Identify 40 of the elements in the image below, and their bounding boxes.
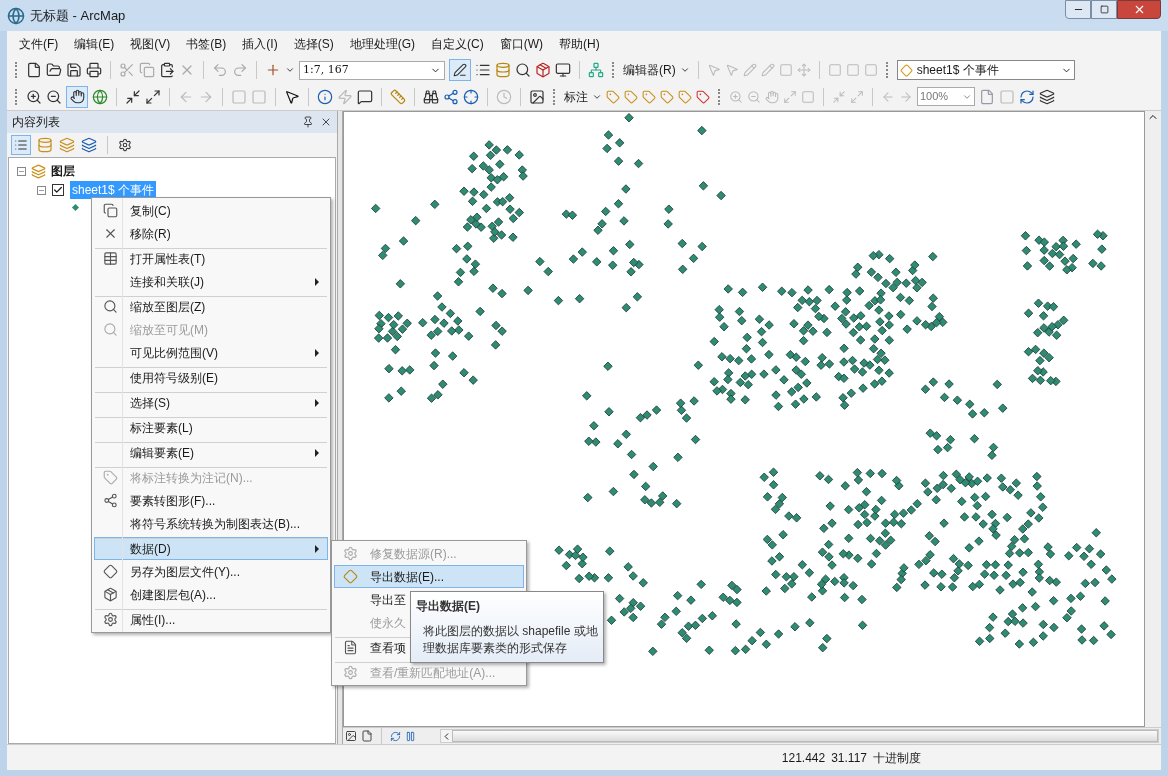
menu-item[interactable]: 可见比例范围(V) <box>94 341 328 364</box>
layout-zoom-dropdown[interactable]: 100% <box>917 87 975 106</box>
tooltip-text: 将此图层的数据以 shapefile 或地理数据库要素类的形式保存 <box>422 623 598 657</box>
menu-item[interactable]: 连接和关联(J) <box>94 270 328 293</box>
tree-group-label[interactable]: 图层 <box>51 162 75 180</box>
editor-menu-button[interactable]: 编辑器(R) <box>623 61 676 79</box>
menu-item[interactable]: 另存为图层文件(Y)... <box>94 560 328 583</box>
menu-item[interactable]: 缩放至图层(Z) <box>94 295 328 318</box>
coordinate-units: 十进制度 <box>873 749 921 767</box>
window-title: 无标题 - ArcMap <box>30 6 126 25</box>
menu-bar-item[interactable]: 编辑(E) <box>74 35 115 53</box>
menu-bar-item[interactable]: 文件(F) <box>19 35 59 53</box>
menu-item[interactable]: 导出数据(E)... <box>334 565 524 588</box>
menu-bar-item[interactable]: 视图(V) <box>130 35 171 53</box>
tooltip-title: 导出数据(E) <box>416 598 481 615</box>
scale-dropdown[interactable]: 1:7, 167 <box>299 60 445 80</box>
menu-bar-item[interactable]: 书签(B) <box>186 35 227 53</box>
menu-bar-item[interactable]: 窗口(W) <box>499 35 543 53</box>
menu-item[interactable]: 编辑要素(E) <box>94 441 328 464</box>
menu-item[interactable]: 使用符号级别(E) <box>94 366 328 389</box>
menu-bar-item[interactable]: 地理处理(G) <box>349 35 415 53</box>
menu-item[interactable]: 属性(I)... <box>94 608 328 631</box>
menu-bar-item[interactable]: 选择(S) <box>293 35 334 53</box>
layer-dropdown[interactable]: sheet1$ 个事件 <box>896 60 1075 80</box>
menu-item[interactable]: 选择(S) <box>94 391 328 414</box>
menu-item[interactable]: 将符号系统转换为制图表达(B)... <box>94 512 328 535</box>
panel-title: 内容列表 <box>12 114 60 131</box>
menu-item[interactable]: 要素转图形(F)... <box>94 489 328 512</box>
menu-item[interactable]: 数据(D) <box>94 537 328 560</box>
menu-item[interactable]: 移除(R) <box>94 222 328 245</box>
menu-item[interactable]: 复制(C) <box>94 199 328 222</box>
menu-bar-item[interactable]: 插入(I) <box>242 35 278 53</box>
menu-item[interactable]: 创建图层包(A)... <box>94 583 328 606</box>
menu-item[interactable]: 打开属性表(T) <box>94 247 328 270</box>
menu-bar-item[interactable]: 自定义(C) <box>431 35 484 53</box>
x-coordinate: 121.442 <box>781 749 826 767</box>
y-coordinate: 31.117 <box>831 749 867 767</box>
menu-item[interactable]: 标注要素(L) <box>94 416 328 439</box>
labeling-menu-button[interactable]: 标注 <box>564 87 588 106</box>
menu-bar-item[interactable]: 帮助(H) <box>559 35 600 53</box>
